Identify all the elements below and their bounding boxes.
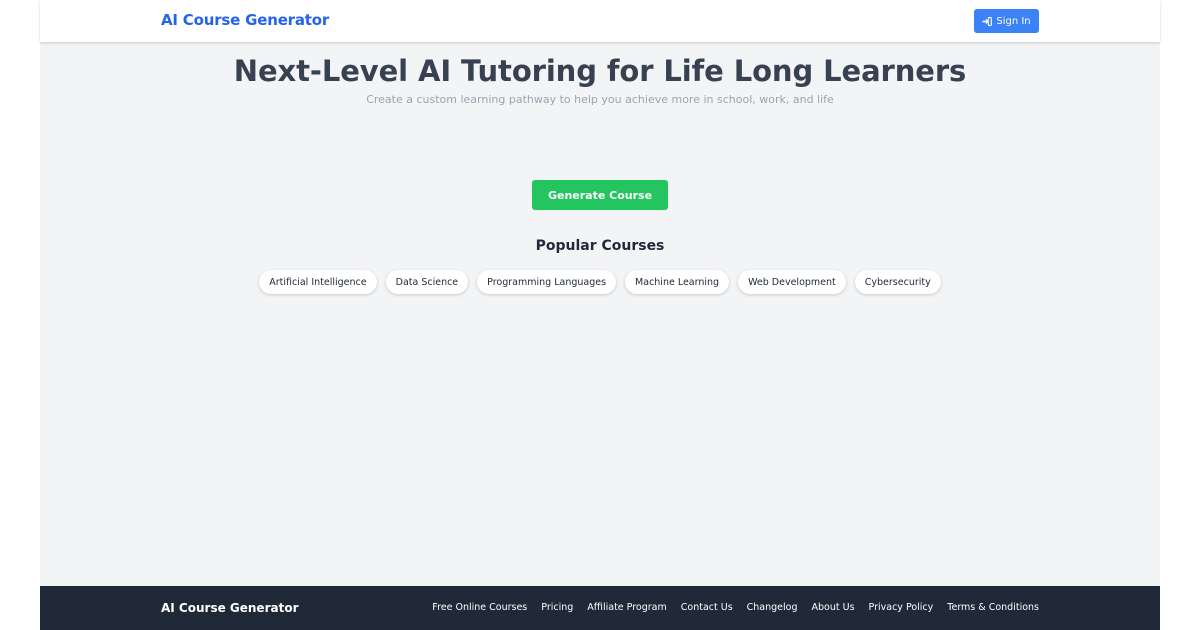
popular-courses-list: Artificial Intelligence Data Science Pro… xyxy=(40,270,1160,294)
sign-in-label: Sign In xyxy=(996,15,1031,27)
footer-link-affiliate-program[interactable]: Affiliate Program xyxy=(587,602,666,613)
generate-course-button[interactable]: Generate Course xyxy=(532,180,668,210)
popular-courses-heading: Popular Courses xyxy=(535,238,665,254)
course-chip-cybersecurity[interactable]: Cybersecurity xyxy=(854,270,941,294)
course-chip-programming-languages[interactable]: Programming Languages xyxy=(477,270,617,294)
course-chip-artificial-intelligence[interactable]: Artificial Intelligence xyxy=(259,270,377,294)
page-frame: AI Course Generator Sign In Next-Level A… xyxy=(40,0,1160,630)
site-footer: AI Course Generator Free Online Courses … xyxy=(40,586,1160,630)
course-chip-web-development[interactable]: Web Development xyxy=(738,270,846,294)
footer-link-changelog[interactable]: Changelog xyxy=(747,602,798,613)
footer-link-pricing[interactable]: Pricing xyxy=(541,602,573,613)
footer-link-contact-us[interactable]: Contact Us xyxy=(681,602,733,613)
brand-logo-link[interactable]: AI Course Generator xyxy=(161,11,329,29)
top-navbar: AI Course Generator Sign In xyxy=(40,0,1160,42)
footer-link-privacy-policy[interactable]: Privacy Policy xyxy=(869,602,934,613)
footer-link-free-online-courses[interactable]: Free Online Courses xyxy=(432,602,527,613)
hero-subtitle: Create a custom learning pathway to help… xyxy=(366,93,834,106)
footer-brand: AI Course Generator xyxy=(161,601,299,615)
hero-title: Next-Level AI Tutoring for Life Long Lea… xyxy=(233,54,967,88)
sign-in-icon xyxy=(982,16,993,26)
footer-link-terms-conditions[interactable]: Terms & Conditions xyxy=(947,602,1039,613)
course-chip-data-science[interactable]: Data Science xyxy=(385,270,469,294)
footer-link-about-us[interactable]: About Us xyxy=(812,602,855,613)
footer-links: Free Online Courses Pricing Affiliate Pr… xyxy=(432,602,1039,613)
sign-in-button[interactable]: Sign In xyxy=(974,9,1039,33)
course-chip-machine-learning[interactable]: Machine Learning xyxy=(625,270,730,294)
